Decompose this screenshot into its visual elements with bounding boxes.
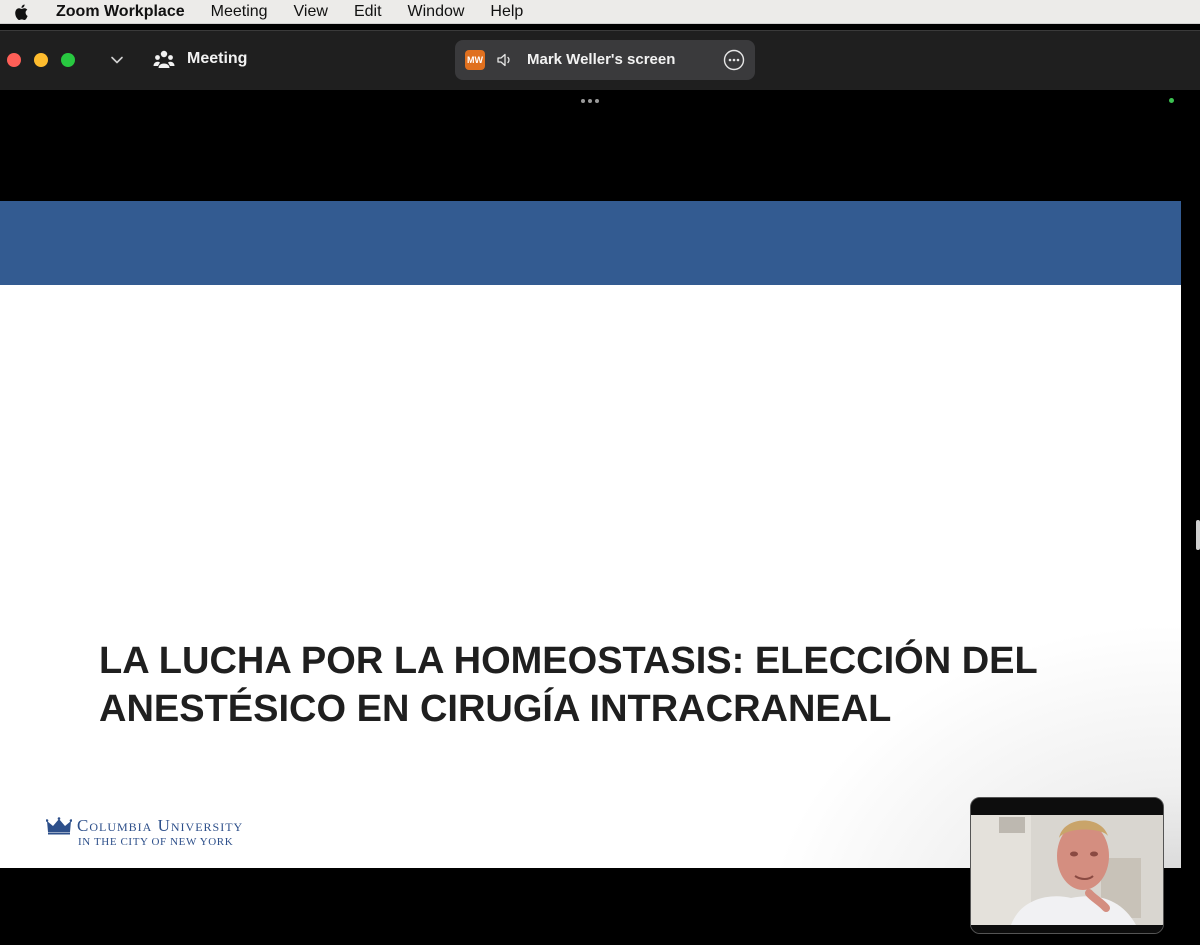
- menu-help[interactable]: Help: [490, 3, 523, 21]
- participants-icon[interactable]: [153, 49, 175, 71]
- side-panel-handle[interactable]: [1196, 520, 1200, 550]
- screen-share-label: Mark Weller's screen: [527, 51, 676, 68]
- slide-title-line-2: ANESTÉSICO EN CIRUGÍA INTRACRANEAL: [99, 688, 892, 730]
- presenter-avatar: MW: [465, 50, 485, 70]
- video-feed-image: [971, 798, 1163, 933]
- columbia-university-logo: Columbia University IN THE CITY OF NEW Y…: [46, 815, 316, 855]
- meeting-label[interactable]: Meeting: [187, 50, 247, 68]
- drag-handle-icon[interactable]: [580, 98, 600, 104]
- logo-main-text: Columbia University: [77, 816, 244, 835]
- slide-title: LA LUCHA POR LA HOMEOSTASIS: ELECCIÓN DE…: [99, 637, 1159, 733]
- close-window-button[interactable]: [7, 53, 21, 67]
- self-video-tile[interactable]: [970, 797, 1164, 934]
- more-options-icon[interactable]: [723, 49, 745, 71]
- menu-edit[interactable]: Edit: [354, 3, 382, 21]
- slide-header-band: [0, 201, 1181, 285]
- fullscreen-window-button[interactable]: [61, 53, 75, 67]
- minimize-window-button[interactable]: [34, 53, 48, 67]
- zoom-title-bar: Meeting MW Mark Weller's screen: [0, 30, 1200, 90]
- slide-title-line-1: LA LUCHA POR LA HOMEOSTASIS: ELECCIÓN DE…: [99, 640, 1038, 682]
- apple-icon[interactable]: [14, 3, 30, 21]
- menu-view[interactable]: View: [294, 3, 328, 21]
- menu-app-name[interactable]: Zoom Workplace: [56, 3, 185, 21]
- chevron-down-icon[interactable]: [110, 53, 124, 67]
- presentation-slide: LA LUCHA POR LA HOMEOSTASIS: ELECCIÓN DE…: [0, 201, 1181, 868]
- recording-status-indicator: [1169, 98, 1174, 103]
- menu-meeting[interactable]: Meeting: [211, 3, 268, 21]
- screen-share-indicator[interactable]: MW Mark Weller's screen: [455, 40, 755, 80]
- speaker-icon[interactable]: [496, 51, 514, 69]
- shared-screen-area: LA LUCHA POR LA HOMEOSTASIS: ELECCIÓN DE…: [0, 90, 1200, 945]
- menu-window[interactable]: Window: [408, 3, 465, 21]
- logo-sub-text: IN THE CITY OF NEW YORK: [78, 836, 234, 848]
- crown-icon: [46, 817, 72, 835]
- menu-bar: Zoom Workplace Meeting View Edit Window …: [0, 0, 1200, 24]
